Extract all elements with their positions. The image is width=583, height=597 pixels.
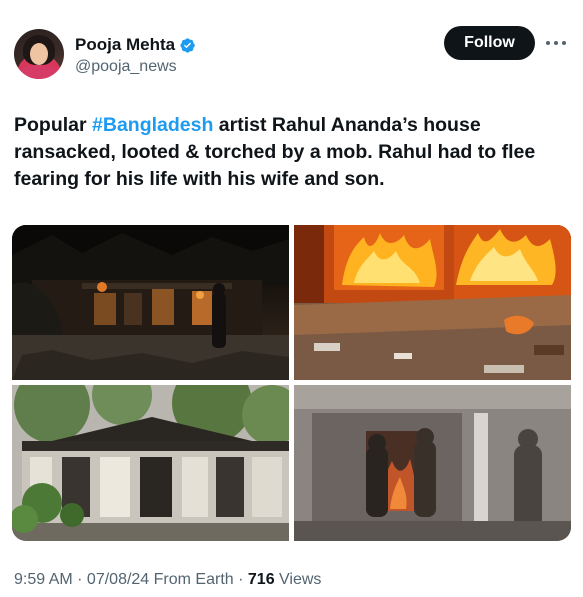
dot	[562, 41, 566, 45]
hashtag-link[interactable]: #Bangladesh	[92, 114, 213, 136]
tweet-meta: 9:59 AM · 07/08/24 From Earth · 716 View…	[14, 571, 321, 589]
name-row: Pooja Mehta	[75, 35, 196, 55]
views-count: 716	[247, 571, 275, 588]
more-dots-icon[interactable]	[546, 36, 566, 50]
dot	[546, 41, 550, 45]
tweet-source: From Earth	[149, 571, 234, 588]
follow-button[interactable]: Follow	[444, 26, 535, 60]
verified-badge-icon	[179, 37, 196, 54]
dot	[554, 41, 558, 45]
avatar[interactable]	[14, 29, 64, 79]
avatar-face	[30, 43, 48, 65]
avatar-shirt	[18, 65, 60, 79]
tweet-card: Pooja Mehta @pooja_news Follow Popular #…	[0, 0, 583, 597]
tweet-time[interactable]: 9:59 AM	[14, 571, 73, 588]
display-name[interactable]: Pooja Mehta	[75, 35, 175, 55]
tweet-date[interactable]: 07/08/24	[87, 571, 149, 588]
separator: ·	[233, 571, 248, 588]
photo-night-house[interactable]	[12, 225, 289, 380]
tweet-text-prefix: Popular	[14, 114, 93, 136]
views-label: Views	[274, 571, 322, 588]
photo-burnt-house-day[interactable]	[12, 385, 289, 541]
photo-smoky-interior[interactable]	[294, 385, 571, 541]
separator: ·	[72, 571, 87, 588]
user-handle[interactable]: @pooja_news	[75, 58, 177, 76]
media-grid	[12, 225, 571, 541]
photo-burning-interior[interactable]	[294, 225, 571, 380]
tweet-text: Popular #Bangladesh artist Rahul Ananda’…	[14, 112, 569, 193]
